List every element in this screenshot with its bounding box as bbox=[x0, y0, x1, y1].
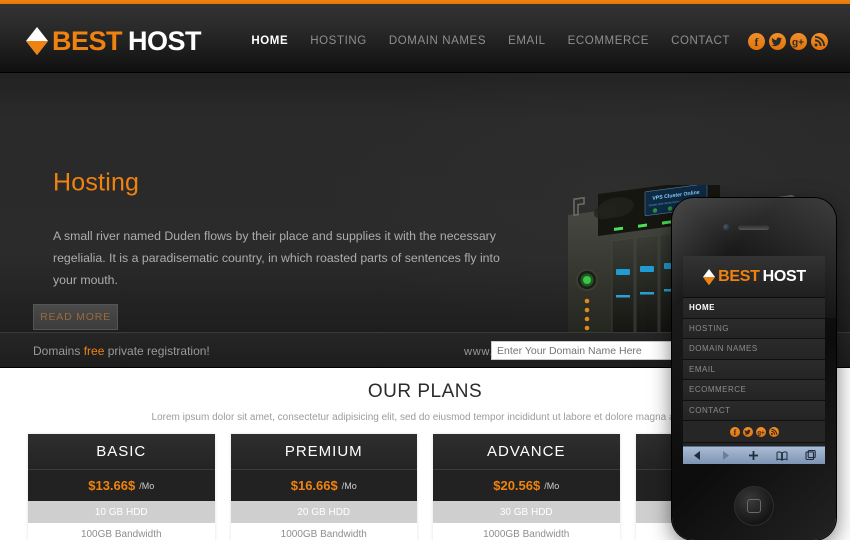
svg-text:f: f bbox=[733, 428, 736, 437]
phone-screen: BEST HOST HOME HOSTING DOMAIN NAMES EMAIL… bbox=[683, 256, 825, 464]
hero-title: Hosting bbox=[53, 168, 140, 197]
domain-promo-after: private registration! bbox=[104, 344, 210, 358]
nav-item-home[interactable]: HOME bbox=[251, 35, 288, 47]
phone-nav-item-ecommerce[interactable]: ECOMMERCE bbox=[683, 380, 825, 401]
plan-hdd: 30 GB HDD bbox=[433, 501, 620, 523]
diamond-icon bbox=[25, 26, 49, 56]
www-prefix-label: www. bbox=[464, 346, 494, 358]
forward-icon[interactable] bbox=[720, 450, 731, 461]
tabs-icon[interactable] bbox=[805, 450, 817, 461]
svg-text:g+: g+ bbox=[792, 38, 804, 49]
pricing-card-basic[interactable]: BASIC $13.66$ /Mo 10 GB HDD 100GB Bandwi… bbox=[28, 434, 215, 540]
nav-item-contact[interactable]: CONTACT bbox=[671, 35, 730, 47]
site-logo[interactable]: BEST HOST bbox=[25, 24, 202, 58]
plan-price: $20.56$ bbox=[493, 478, 541, 493]
svg-text:g+: g+ bbox=[757, 430, 765, 436]
phone-social-links[interactable]: f g+ bbox=[683, 421, 825, 443]
phone-speaker-grill bbox=[738, 225, 769, 230]
phone-nav-item-domain-names[interactable]: DOMAIN NAMES bbox=[683, 339, 825, 360]
plan-price-row: $20.56$ /Mo bbox=[433, 470, 620, 501]
svg-text:f: f bbox=[755, 35, 760, 49]
phone-logo-host: HOST bbox=[762, 267, 807, 285]
domain-promo-free: free bbox=[83, 344, 105, 358]
bookmarks-icon[interactable] bbox=[776, 450, 788, 461]
pricing-card-premium[interactable]: PREMIUM $16.66$ /Mo 20 GB HDD 1000GB Ban… bbox=[230, 434, 417, 540]
rss-icon[interactable] bbox=[811, 33, 828, 50]
nav-item-email[interactable]: EMAIL bbox=[508, 35, 546, 47]
logo-text-host: HOST bbox=[128, 26, 202, 56]
main-navigation[interactable]: HOME HOSTING DOMAIN NAMES EMAIL ECOMMERC… bbox=[251, 35, 730, 47]
nav-item-domain-names[interactable]: DOMAIN NAMES bbox=[389, 35, 486, 47]
domain-promo-text: Domains free private registration! bbox=[33, 344, 210, 358]
hero-description: A small river named Duden flows by their… bbox=[53, 229, 500, 287]
plan-hdd: 10 GB HDD bbox=[28, 501, 215, 523]
plan-price: $13.66$ bbox=[88, 478, 136, 493]
nav-item-ecommerce[interactable]: ECOMMERCE bbox=[568, 35, 649, 47]
plan-price: $16.66$ bbox=[290, 478, 338, 493]
plan-bandwidth: 1000GB Bandwidth bbox=[433, 523, 620, 540]
plan-name: ADVANCE bbox=[433, 434, 620, 470]
plan-price-row: $16.66$ /Mo bbox=[230, 470, 417, 501]
twitter-icon[interactable] bbox=[769, 33, 786, 50]
phone-browser-toolbar[interactable] bbox=[683, 446, 825, 464]
logo-text-best: BEST bbox=[52, 26, 123, 56]
plan-bandwidth: 1000GB Bandwidth bbox=[230, 523, 417, 540]
read-more-button[interactable]: READ MORE bbox=[33, 304, 118, 330]
nav-item-hosting[interactable]: HOSTING bbox=[310, 35, 367, 47]
plan-period: /Mo bbox=[544, 480, 560, 491]
google-plus-icon[interactable]: g+ bbox=[790, 33, 807, 50]
phone-nav-item-home[interactable]: HOME bbox=[683, 298, 825, 319]
phone-nav-item-email[interactable]: EMAIL bbox=[683, 359, 825, 380]
page-root: BEST HOST HOME HOSTING DOMAIN NAMES EMAIL… bbox=[0, 0, 850, 540]
back-icon[interactable] bbox=[692, 450, 703, 461]
plan-period: /Mo bbox=[341, 480, 357, 491]
domain-promo-before: Domains bbox=[33, 344, 84, 358]
plan-period: /Mo bbox=[139, 480, 155, 491]
facebook-icon[interactable]: f bbox=[748, 33, 765, 50]
diamond-icon bbox=[702, 268, 716, 286]
plan-bandwidth: 100GB Bandwidth bbox=[28, 523, 215, 540]
plan-name: PREMIUM bbox=[230, 434, 417, 470]
plan-name: BASIC bbox=[28, 434, 215, 470]
phone-nav-item-contact[interactable]: CONTACT bbox=[683, 400, 825, 421]
social-links[interactable]: f g+ bbox=[748, 33, 828, 50]
phone-nav-item-hosting[interactable]: HOSTING bbox=[683, 318, 825, 339]
google-plus-icon[interactable]: g+ bbox=[755, 426, 766, 437]
plan-hdd: 20 GB HDD bbox=[230, 501, 417, 523]
phone-home-button[interactable] bbox=[734, 486, 774, 526]
plan-price-row: $13.66$ /Mo bbox=[28, 470, 215, 501]
phone-site-logo[interactable]: BEST HOST bbox=[683, 256, 825, 298]
rss-icon[interactable] bbox=[768, 426, 779, 437]
pricing-card-advance[interactable]: ADVANCE $20.56$ /Mo 30 GB HDD 1000GB Ban… bbox=[433, 434, 620, 540]
phone-logo-best: BEST bbox=[718, 267, 760, 285]
twitter-icon[interactable] bbox=[742, 426, 753, 437]
facebook-icon[interactable]: f bbox=[729, 426, 740, 437]
phone-mockup: BEST HOST HOME HOSTING DOMAIN NAMES EMAIL… bbox=[672, 198, 836, 540]
site-header: BEST HOST HOME HOSTING DOMAIN NAMES EMAIL… bbox=[0, 4, 850, 73]
add-icon[interactable] bbox=[748, 450, 759, 461]
phone-camera-icon bbox=[723, 224, 730, 231]
